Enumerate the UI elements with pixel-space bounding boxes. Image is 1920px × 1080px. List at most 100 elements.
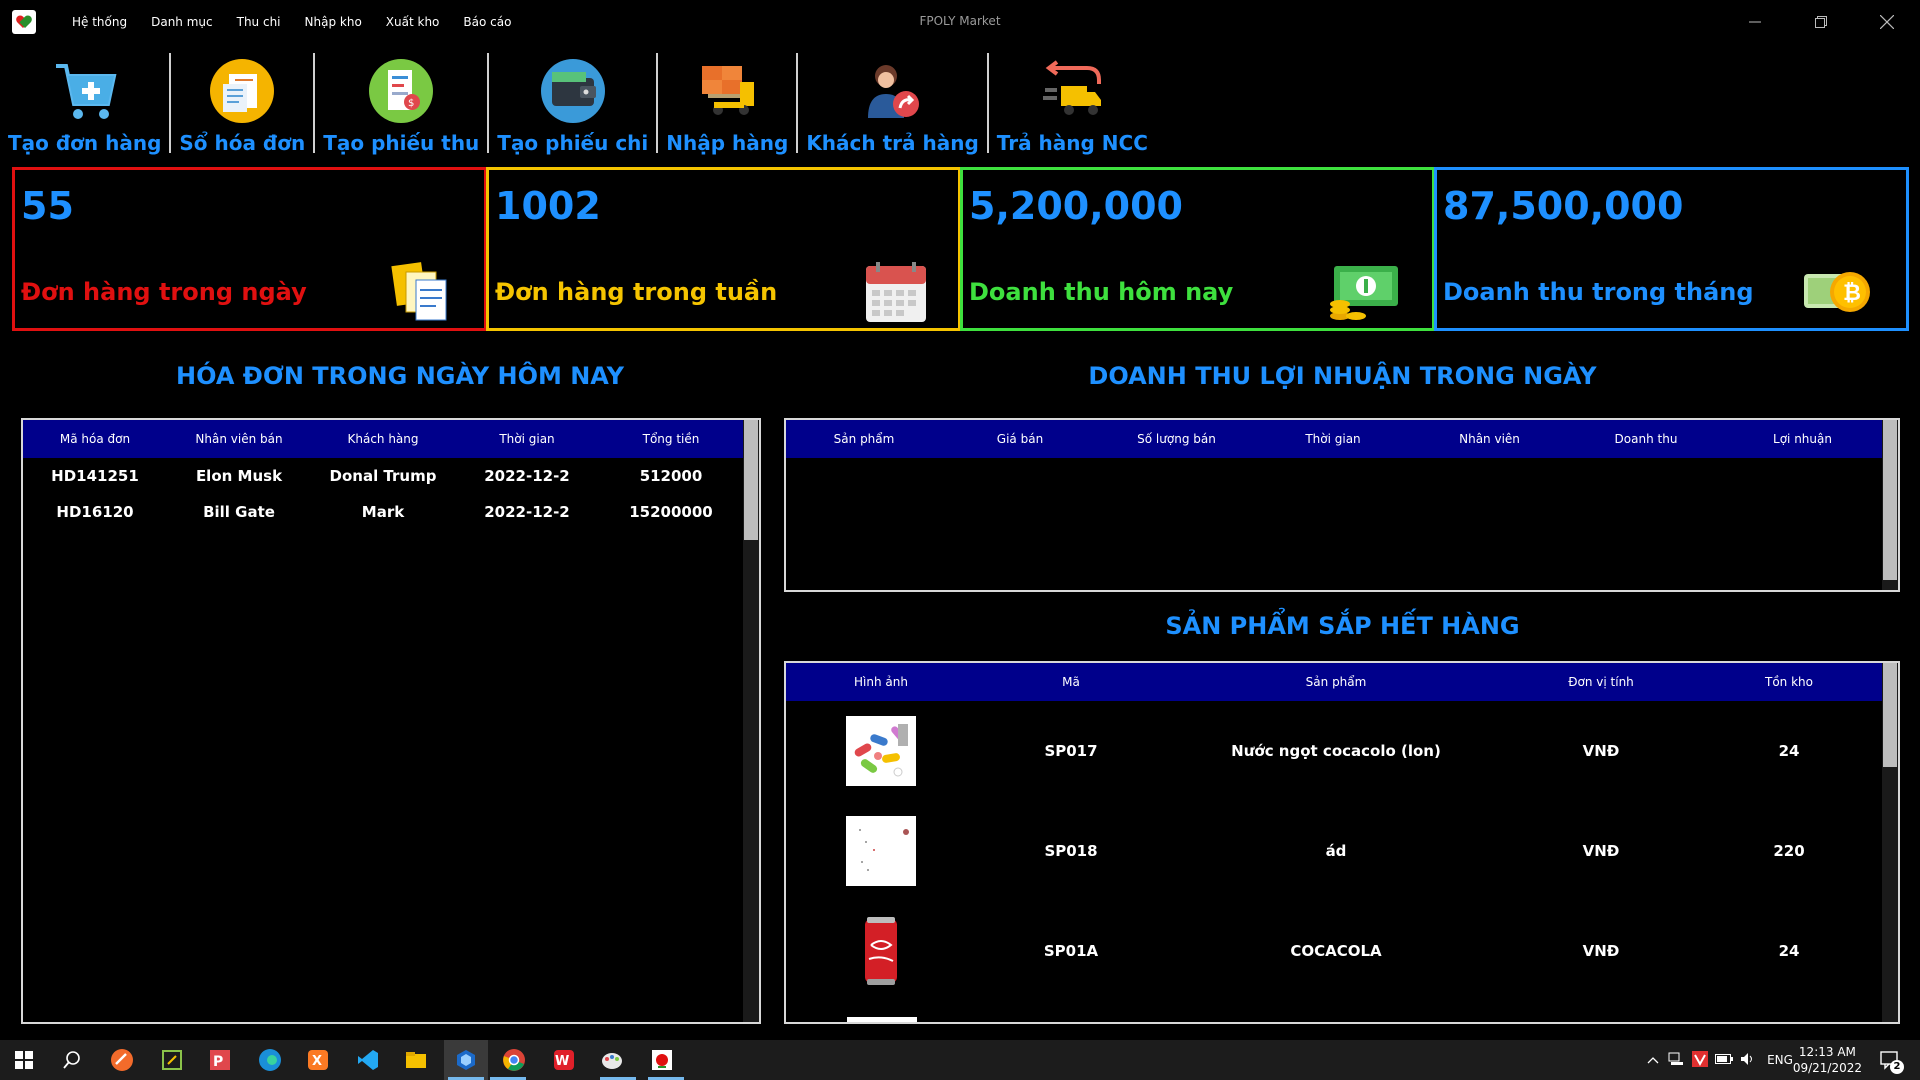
svg-text:P: P xyxy=(213,1054,223,1070)
import-goods-label: Nhập hàng xyxy=(666,131,789,155)
xampp-icon[interactable]: X xyxy=(304,1046,332,1074)
product-name: ád xyxy=(1325,842,1347,860)
device-icon[interactable] xyxy=(1664,1052,1688,1069)
product-name: Nước ngọt cocacolo (lon) xyxy=(1231,742,1441,760)
scrollbar-thumb[interactable] xyxy=(1883,663,1897,767)
invoices-section-title: HÓA ĐƠN TRONG NGÀY HÔM NAY xyxy=(176,362,624,390)
supplier-return-label: Trả hàng NCC xyxy=(996,131,1148,155)
battery-icon[interactable] xyxy=(1712,1053,1736,1067)
column-header[interactable]: Giá bán xyxy=(942,432,1098,446)
vscode-icon[interactable] xyxy=(354,1046,382,1074)
create-receipt-button[interactable]: $ Tạo phiếu thu xyxy=(315,46,487,156)
menu-thu-chi[interactable]: Thu chi xyxy=(225,15,293,29)
svg-text:$: $ xyxy=(408,98,414,109)
column-header[interactable]: Mã hóa đơn xyxy=(23,432,167,446)
invoice-total: 15200000 xyxy=(629,503,713,521)
column-header[interactable]: Thời gian xyxy=(1255,432,1411,446)
column-header[interactable]: Tồn kho xyxy=(1696,675,1882,689)
menu-xuat-kho[interactable]: Xuất kho xyxy=(374,15,452,29)
product-stock: 24 xyxy=(1778,942,1800,960)
create-payment-button[interactable]: Tạo phiếu chi xyxy=(489,46,656,156)
restore-button[interactable] xyxy=(1806,8,1836,36)
netbeans-icon[interactable] xyxy=(452,1046,480,1074)
receipt-icon: $ xyxy=(368,58,434,124)
product-unit: VNĐ xyxy=(1582,942,1620,960)
app-logo-icon xyxy=(12,10,36,34)
brave-icon[interactable] xyxy=(108,1046,136,1074)
import-goods-button[interactable]: Nhập hàng xyxy=(658,46,796,156)
invoice-total: 512000 xyxy=(639,467,703,485)
invoice-book-icon xyxy=(209,58,275,124)
stat-caption: Đơn hàng trong tuần xyxy=(495,278,778,306)
column-header[interactable]: Tổng tiền xyxy=(599,432,743,446)
invoice-book-button[interactable]: Sổ hóa đơn xyxy=(171,46,313,156)
stat-value: 87,500,000 xyxy=(1443,184,1684,228)
supplier-return-button[interactable]: Trả hàng NCC xyxy=(989,46,1156,156)
table-row[interactable]: SP017 Nước ngọt cocacolo (lon) VNĐ 24 xyxy=(786,701,1882,801)
scrollbar-thumb[interactable] xyxy=(744,420,758,540)
create-payment-label: Tạo phiếu chi xyxy=(497,131,649,155)
column-header[interactable]: Mã xyxy=(976,675,1166,689)
stat-caption: Doanh thu hôm nay xyxy=(969,278,1234,306)
column-header[interactable]: Đơn vị tính xyxy=(1506,675,1696,689)
column-header[interactable]: Nhân viên xyxy=(1411,432,1568,446)
table-row[interactable]: SP01A COCACOLA VNĐ 24 xyxy=(786,901,1882,1001)
edge-icon[interactable] xyxy=(256,1046,284,1074)
low-stock-scrollbar[interactable] xyxy=(1882,663,1898,1022)
chevron-up-icon[interactable] xyxy=(1642,1053,1664,1067)
profit-scrollbar[interactable] xyxy=(1882,420,1898,590)
customer-return-button[interactable]: Khách trả hàng xyxy=(798,46,986,156)
documents-icon xyxy=(390,260,454,324)
search-icon[interactable] xyxy=(58,1046,86,1074)
invoice-seller: Elon Musk xyxy=(195,467,283,485)
bitcoin-icon: ₿ xyxy=(1800,260,1876,324)
speaker-icon[interactable] xyxy=(1736,1052,1760,1069)
vivaldi-tray-icon[interactable] xyxy=(1688,1050,1712,1070)
wps-icon[interactable]: W xyxy=(550,1046,578,1074)
column-header[interactable]: Doanh thu xyxy=(1568,432,1724,446)
column-header[interactable]: Nhân viên bán xyxy=(167,432,311,446)
paint-icon[interactable] xyxy=(598,1046,626,1074)
column-header[interactable]: Sản phẩm xyxy=(1166,675,1506,689)
table-row[interactable]: HD16120 Bill Gate Mark 2022-12-2 1520000… xyxy=(23,494,743,530)
cart-add-icon xyxy=(52,58,118,124)
column-header[interactable]: Thời gian xyxy=(455,432,599,446)
product-code: SP017 xyxy=(1044,742,1098,760)
notification-icon[interactable]: 2 xyxy=(1876,1046,1904,1074)
menu-he-thong[interactable]: Hệ thống xyxy=(60,15,139,29)
svg-text:X: X xyxy=(312,1054,322,1069)
invoices-scrollbar[interactable] xyxy=(743,420,759,1022)
column-header[interactable]: Sản phẩm xyxy=(786,432,942,446)
menu-nhap-kho[interactable]: Nhập kho xyxy=(293,15,374,29)
svg-text:W: W xyxy=(555,1054,569,1069)
create-order-button[interactable]: Tạo đơn hàng xyxy=(0,46,169,156)
profit-table-header: Sản phẩm Giá bán Số lượng bán Thời gian … xyxy=(786,420,1882,458)
invoice-customer: Mark xyxy=(361,503,405,521)
truck-return-icon xyxy=(1039,58,1105,124)
fpoly-app-icon[interactable] xyxy=(648,1046,676,1074)
close-button[interactable] xyxy=(1872,8,1902,36)
column-header[interactable]: Lợi nhuận xyxy=(1724,432,1881,446)
clock[interactable]: 12:13 AM 09/21/2022 xyxy=(1793,1044,1862,1076)
column-header[interactable]: Số lượng bán xyxy=(1098,432,1255,446)
menu-danh-muc[interactable]: Danh mục xyxy=(139,15,225,29)
menu-bao-cao[interactable]: Báo cáo xyxy=(451,15,523,29)
file-explorer-icon[interactable] xyxy=(402,1046,430,1074)
minimize-button[interactable] xyxy=(1740,8,1770,36)
invoice-customer: Donal Trump xyxy=(329,467,437,485)
column-header[interactable]: Hình ảnh xyxy=(786,675,976,689)
svg-text:₿: ₿ xyxy=(1843,281,1861,306)
menu-bar: Hệ thống Danh mục Thu chi Nhập kho Xuất … xyxy=(60,0,523,44)
table-row[interactable]: SP018 ád VNĐ 220 xyxy=(786,801,1882,901)
low-stock-table-header: Hình ảnh Mã Sản phẩm Đơn vị tính Tồn kho xyxy=(786,663,1882,701)
jetbrains-icon[interactable]: P xyxy=(206,1046,234,1074)
windows-start-icon[interactable] xyxy=(10,1046,38,1074)
product-stock: 220 xyxy=(1773,842,1805,860)
snip-icon[interactable] xyxy=(158,1046,186,1074)
chrome-icon[interactable] xyxy=(500,1046,528,1074)
column-header[interactable]: Khách hàng xyxy=(311,432,455,446)
low-stock-table: Hình ảnh Mã Sản phẩm Đơn vị tính Tồn kho xyxy=(784,661,1900,1024)
scrollbar-thumb[interactable] xyxy=(1883,420,1897,580)
app-window: Hệ thống Danh mục Thu chi Nhập kho Xuất … xyxy=(0,0,1920,1080)
table-row[interactable]: HD141251 Elon Musk Donal Trump 2022-12-2… xyxy=(23,458,743,494)
